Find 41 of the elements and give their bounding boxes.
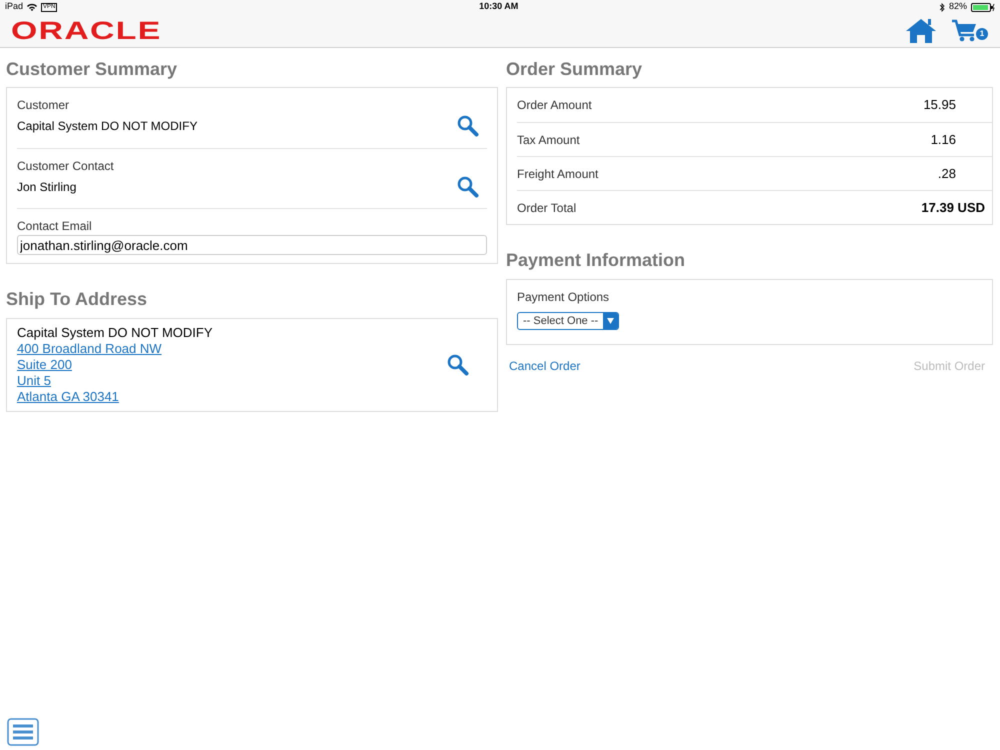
cart-count-badge: 1 bbox=[976, 28, 988, 40]
clock-time: 10:30 AM bbox=[479, 0, 518, 14]
section-heading: Payment Information bbox=[506, 249, 686, 272]
wifi-icon bbox=[27, 3, 38, 11]
address-link[interactable]: Atlanta GA 30341 bbox=[17, 389, 119, 405]
payment-select[interactable]: -- Select One -- bbox=[517, 312, 620, 330]
amount-value: 15.95 bbox=[923, 96, 956, 114]
search-icon[interactable] bbox=[457, 115, 479, 137]
address-name: Capital System DO NOT MODIFY bbox=[17, 325, 213, 341]
action-link[interactable]: Cancel Order bbox=[509, 357, 580, 375]
field-value: Capital System DO NOT MODIFY bbox=[17, 118, 198, 135]
field-label: Payment Options bbox=[517, 289, 610, 306]
amount-value: 1.16 bbox=[930, 130, 956, 149]
section-heading: Order Summary bbox=[506, 58, 644, 81]
address-link[interactable]: Unit 5 bbox=[17, 373, 51, 389]
device-name: iPad bbox=[5, 0, 24, 14]
search-icon[interactable] bbox=[447, 354, 469, 376]
battery-percent: 82% bbox=[948, 0, 967, 14]
section-heading: Customer Summary bbox=[6, 58, 178, 81]
email-field[interactable]: jonathan.stirling@oracle.com bbox=[17, 235, 487, 255]
battery-icon bbox=[971, 2, 995, 12]
field-label: Customer bbox=[17, 97, 70, 113]
amount-value: .28 bbox=[938, 164, 956, 183]
field-label: Contact Email bbox=[17, 218, 93, 234]
menu-icon[interactable] bbox=[7, 718, 39, 746]
oracle-logo: ORACLE bbox=[11, 18, 162, 44]
address-link[interactable]: 400 Broadland Road NW bbox=[17, 341, 162, 357]
caret-icon bbox=[607, 318, 614, 324]
search-icon[interactable] bbox=[457, 176, 479, 198]
field-label: Customer Contact bbox=[17, 158, 115, 174]
home-icon[interactable] bbox=[905, 18, 937, 44]
address-link[interactable]: Suite 200 bbox=[17, 357, 72, 373]
field-value: Jon Stirling bbox=[17, 179, 76, 196]
bluetooth-icon bbox=[940, 2, 945, 12]
total-value: 17.39 USD bbox=[921, 198, 985, 217]
row-label: Order Total bbox=[517, 200, 576, 216]
row-label: Tax Amount bbox=[517, 132, 580, 148]
cart-icon[interactable] bbox=[951, 19, 976, 43]
row-label: Freight Amount bbox=[517, 166, 598, 182]
section-heading: Ship To Address bbox=[6, 288, 148, 311]
row-label: Order Amount bbox=[517, 97, 592, 114]
